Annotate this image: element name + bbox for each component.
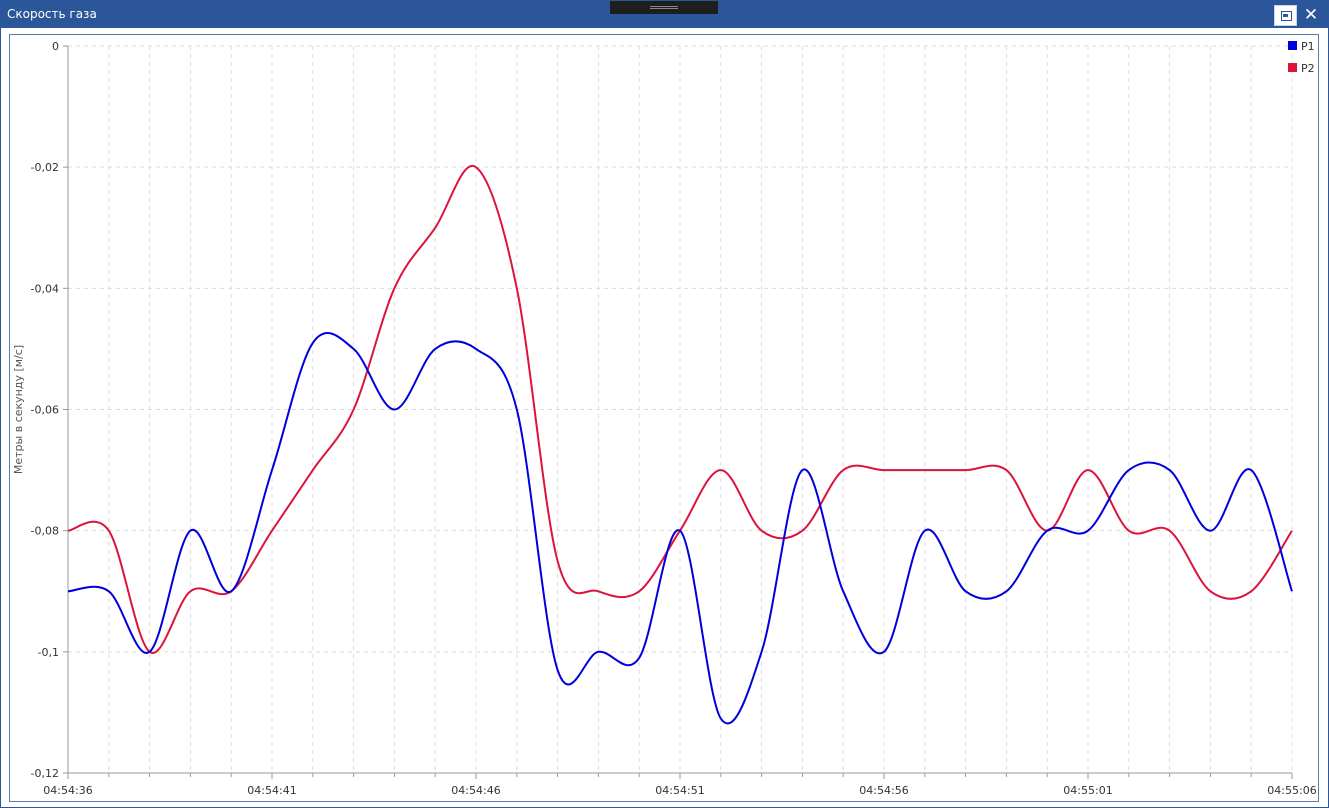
y-tick-label: -0,08 bbox=[31, 525, 59, 538]
y-tick-label: -0,02 bbox=[31, 161, 59, 174]
close-button[interactable]: ✕ bbox=[1301, 5, 1321, 26]
x-tick-label: 04:54:46 bbox=[451, 784, 500, 797]
x-tick-label: 04:55:06 bbox=[1267, 784, 1316, 797]
y-tick-label: -0,04 bbox=[31, 282, 59, 295]
x-tick-label: 04:54:56 bbox=[859, 784, 908, 797]
y-tick-label: 0 bbox=[52, 40, 59, 53]
chart-area: 0 -0,02 -0,04 -0,06 -0,08 -0,1 -0,12 04:54:36 04… bbox=[9, 34, 1319, 802]
x-tick-label: 04:55:01 bbox=[1063, 784, 1112, 797]
line-chart: 0 -0,02 -0,04 -0,06 -0,08 -0,1 -0,12 04:54:36 04… bbox=[12, 40, 1317, 797]
x-tick-label: 04:54:41 bbox=[247, 784, 296, 797]
restore-window-button[interactable] bbox=[1274, 5, 1297, 26]
y-tick-label: -0,06 bbox=[31, 404, 59, 417]
x-tick-label: 04:54:36 bbox=[43, 784, 92, 797]
x-tick-label: 04:54:51 bbox=[655, 784, 704, 797]
window-title: Скорость газа bbox=[7, 7, 97, 21]
legend-swatch-p1 bbox=[1288, 41, 1297, 50]
legend-swatch-p2 bbox=[1288, 63, 1297, 72]
chart-window: Скорость газа ✕ 0 -0,02 -0,04 -0,06 -0,08 -0,… bbox=[0, 0, 1329, 808]
title-bar[interactable]: Скорость газа ✕ bbox=[1, 1, 1328, 28]
y-axis-label: Метры в секунду [м/с] bbox=[12, 345, 25, 474]
y-tick-label: -0,12 bbox=[31, 767, 59, 780]
legend-label-p1: P1 bbox=[1301, 40, 1315, 53]
drag-handle-icon[interactable] bbox=[610, 1, 718, 14]
legend-label-p2: P2 bbox=[1301, 62, 1315, 75]
y-tick-label: -0,1 bbox=[38, 646, 59, 659]
